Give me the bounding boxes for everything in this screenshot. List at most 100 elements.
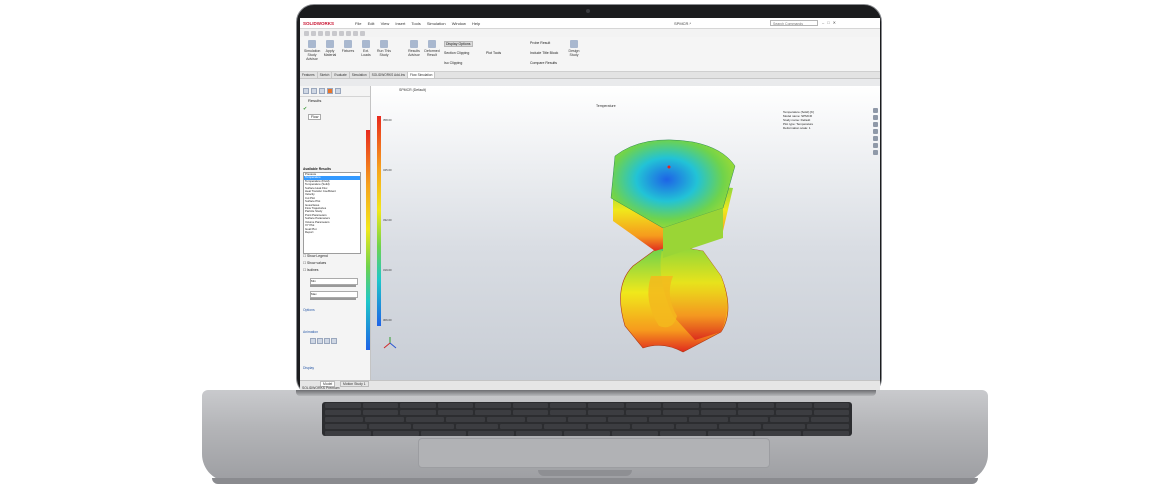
min-slider[interactable] xyxy=(310,285,356,287)
command-tabs: Features Sketch Evaluate Simulation SOLI… xyxy=(300,72,880,79)
resources-icon[interactable] xyxy=(872,108,878,113)
print-icon[interactable] xyxy=(325,30,330,36)
keyboard-key xyxy=(420,431,467,436)
play-icon[interactable] xyxy=(310,338,316,344)
tab-flow-simulation[interactable]: Flow Simulation xyxy=(407,72,436,78)
isolines-checkbox[interactable]: ☐ Isolines xyxy=(303,268,318,272)
keyboard-key xyxy=(807,424,849,429)
dimxpert-icon[interactable] xyxy=(327,88,333,94)
min-field[interactable]: Min xyxy=(310,278,358,285)
view-triad-icon[interactable] xyxy=(383,336,397,350)
tab-features[interactable]: Features xyxy=(300,72,318,78)
ribbon-button-deformed-result[interactable]: Deformed Result xyxy=(424,40,440,57)
display-manager-icon[interactable] xyxy=(335,88,341,94)
animation-section[interactable]: Animation xyxy=(303,330,318,334)
options-icon[interactable] xyxy=(360,30,365,36)
command-ribbon: Simulation Study Advisor Apply Material … xyxy=(300,37,880,72)
tab-simulation[interactable]: Simulation xyxy=(350,72,370,78)
max-field[interactable]: Max xyxy=(310,291,358,298)
feature-tree-icon[interactable] xyxy=(303,88,309,94)
tab-addins[interactable]: SOLIDWORKS Add-Ins xyxy=(370,72,408,78)
keyboard-key xyxy=(700,410,737,415)
menu-item-tools[interactable]: Tools xyxy=(411,21,420,26)
ribbon-button-study-advisor[interactable]: Simulation Study Advisor xyxy=(304,40,320,61)
ribbon-button-run[interactable]: Run This Study xyxy=(376,40,392,57)
keyboard-key xyxy=(362,403,399,408)
max-slider[interactable] xyxy=(310,298,356,300)
ribbon-option-iso-clipping[interactable]: Iso Clipping xyxy=(444,61,462,65)
results-list-item[interactable]: Report xyxy=(304,230,360,234)
open-icon[interactable] xyxy=(311,30,316,36)
file-explorer-icon[interactable] xyxy=(872,122,878,127)
graphics-viewport[interactable]: SPMCR (Default) Temperature 358.00 345.0… xyxy=(371,86,880,380)
ok-icon[interactable]: ✔ xyxy=(303,106,307,112)
record-icon[interactable] xyxy=(331,338,337,344)
search-input[interactable]: Search Commands xyxy=(770,20,818,26)
results-listbox[interactable]: Pressure Temperature Temperature (Fluid) Te… xyxy=(303,172,361,254)
appearances-icon[interactable] xyxy=(872,136,878,141)
design-library-icon[interactable] xyxy=(872,115,878,120)
window-controls[interactable]: –□✕ xyxy=(822,20,839,25)
ribbon-button-fixtures[interactable]: Fixtures xyxy=(340,40,356,53)
keyboard-key xyxy=(659,431,706,436)
custom-properties-icon[interactable] xyxy=(872,143,878,148)
config-manager-icon[interactable] xyxy=(319,88,325,94)
property-manager-icon[interactable] xyxy=(311,88,317,94)
ribbon-button-design-study[interactable]: Design Study xyxy=(566,40,582,57)
keyboard-row xyxy=(322,409,852,416)
keyboard-key xyxy=(813,410,850,415)
scale-value: 332.00 xyxy=(383,218,392,222)
keyboard-key xyxy=(719,424,762,429)
keyboard-key xyxy=(372,431,419,436)
menu-item-help[interactable]: Help xyxy=(472,21,480,26)
undo-icon[interactable] xyxy=(332,30,337,36)
tab-sketch[interactable]: Sketch xyxy=(318,72,333,78)
play-controls[interactable] xyxy=(310,338,337,344)
menu-item-insert[interactable]: Insert xyxy=(395,21,405,26)
tab-evaluate[interactable]: Evaluate xyxy=(332,72,350,78)
keyboard-key xyxy=(608,417,647,422)
load-icon xyxy=(362,40,370,48)
keyboard-key xyxy=(400,403,436,408)
menu-item-file[interactable]: File xyxy=(355,21,361,26)
ribbon-button-apply-material[interactable]: Apply Material xyxy=(322,40,338,57)
menu-item-view[interactable]: View xyxy=(381,21,390,26)
panel-subtab-flow[interactable]: Flow xyxy=(308,114,322,120)
plot-info-block: Temperature (Solid) [K] Model name: SPMC… xyxy=(783,110,814,130)
keyboard-key xyxy=(456,424,499,429)
menu-item-edit[interactable]: Edit xyxy=(368,21,375,26)
ribbon-option-section-clipping[interactable]: Section Clipping xyxy=(444,51,469,55)
view-palette-icon[interactable] xyxy=(872,129,878,134)
keyboard-key xyxy=(648,417,688,422)
menu-item-window[interactable]: Window xyxy=(452,21,466,26)
forum-icon[interactable] xyxy=(872,150,878,155)
ribbon-option-title-block[interactable]: Include Title Block xyxy=(530,51,558,55)
study-advisor-icon xyxy=(308,40,316,48)
redo-icon[interactable] xyxy=(339,30,344,36)
pause-icon[interactable] xyxy=(317,338,323,344)
ribbon-button-results-advisor[interactable]: Results Advisor xyxy=(406,40,422,57)
new-icon[interactable] xyxy=(304,30,309,36)
app-logo[interactable]: SOLIDWORKS xyxy=(303,21,355,26)
keyboard-key xyxy=(564,431,610,436)
material-icon xyxy=(326,40,334,48)
keyboard-key xyxy=(516,431,563,436)
scale-value: 345.00 xyxy=(383,168,392,172)
save-icon[interactable] xyxy=(318,30,323,36)
ribbon-option-plot-tools[interactable]: Plot Tools xyxy=(486,51,501,55)
ribbon-option-display[interactable]: Display Options xyxy=(444,41,473,47)
ribbon-option-probe[interactable]: Probe Result xyxy=(530,41,550,45)
ribbon-option-compare[interactable]: Compare Results xyxy=(530,61,557,65)
rebuild-icon[interactable] xyxy=(353,30,358,36)
menu-item-simulation[interactable]: Simulation xyxy=(427,21,446,26)
keyboard-key xyxy=(625,410,662,415)
ribbon-button-loads[interactable]: Ext. Loads xyxy=(358,40,374,57)
display-section[interactable]: Display xyxy=(303,366,314,370)
show-values-checkbox[interactable]: ☐ Show values xyxy=(303,261,326,265)
select-icon[interactable] xyxy=(346,30,351,36)
show-legend-checkbox[interactable]: ☐ Show Legend xyxy=(303,254,328,258)
stop-icon[interactable] xyxy=(324,338,330,344)
bottom-tab-motion-study[interactable]: Motion Study 1 xyxy=(340,381,369,387)
options-section[interactable]: Options xyxy=(303,308,315,312)
temperature-plot-model[interactable] xyxy=(603,126,773,356)
